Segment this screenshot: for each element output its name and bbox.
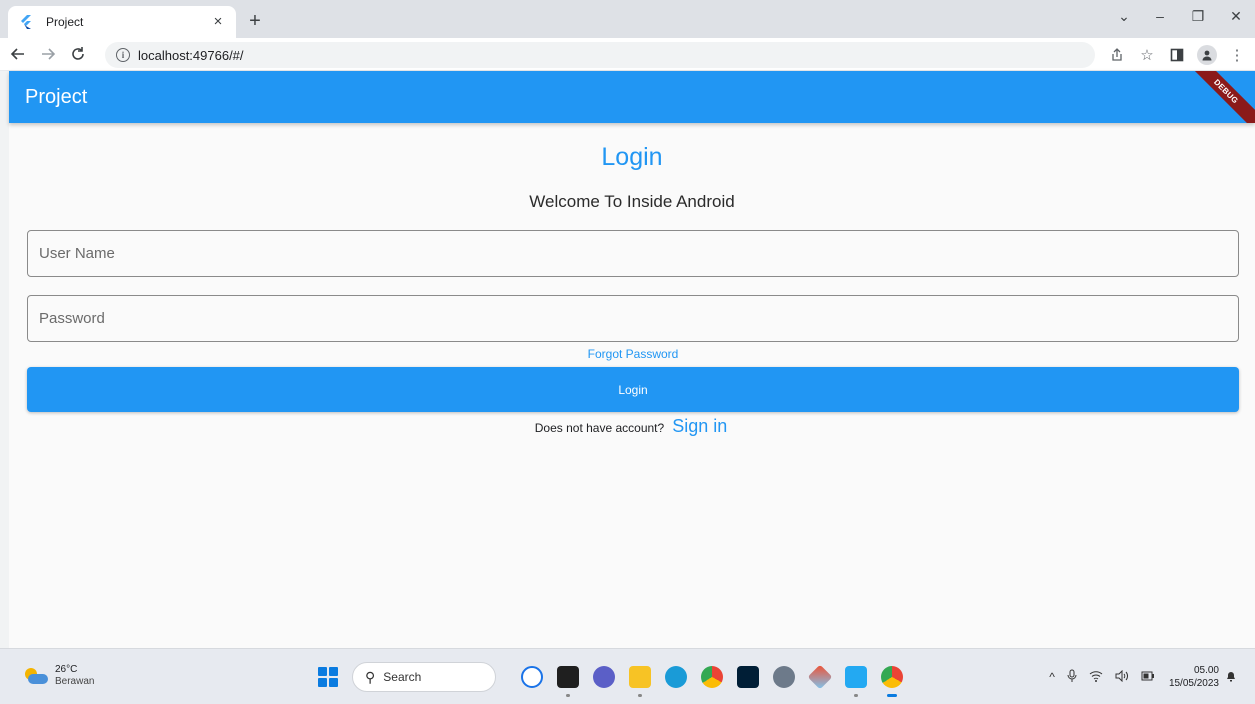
forgot-password-link[interactable]: Forgot Password — [0, 347, 1255, 361]
tab-strip: Project × + ⌄ – ❐ ✕ — [0, 0, 1255, 38]
file-explorer-icon[interactable] — [629, 666, 651, 697]
wifi-icon[interactable] — [1089, 670, 1103, 685]
minimize-icon[interactable]: – — [1141, 0, 1179, 32]
notification-icon[interactable] — [1225, 670, 1237, 685]
browser-toolbar: i localhost:49766/#/ ☆ ⋮ — [0, 38, 1255, 71]
restore-icon[interactable]: ❐ — [1179, 0, 1217, 32]
flutter-icon — [20, 15, 34, 29]
clock-date: 15/05/2023 — [1168, 678, 1219, 689]
app-bar-title: Project — [25, 86, 88, 108]
chat-icon[interactable] — [593, 666, 615, 688]
login-button[interactable]: Login — [27, 367, 1239, 412]
login-heading: Login — [601, 143, 663, 171]
back-icon[interactable] — [6, 42, 30, 66]
url-text: localhost:49766/#/ — [138, 47, 244, 63]
welcome-text: Welcome To Inside Android — [529, 192, 735, 211]
edge-icon[interactable] — [665, 666, 687, 688]
more-menu-icon[interactable]: ⋮ — [1225, 43, 1249, 67]
chrome-active-icon[interactable] — [881, 666, 903, 697]
system-tray: ^ 05.00 15/05/2023 — [1043, 659, 1243, 695]
share-icon[interactable] — [1105, 43, 1129, 67]
settings-icon[interactable] — [773, 666, 795, 688]
partly-cloudy-icon — [23, 666, 49, 686]
taskbar: 26°C Berawan ⚲ Search ^ 05.00 15/05/2023 — [0, 648, 1255, 704]
reload-icon[interactable] — [66, 42, 90, 66]
no-account-text: Does not have account? — [534, 421, 665, 435]
chevron-up-icon[interactable]: ^ — [1049, 670, 1055, 684]
photoshop-icon[interactable] — [737, 666, 759, 688]
side-panel-icon[interactable] — [1165, 43, 1189, 67]
username-field[interactable] — [27, 230, 1239, 277]
password-field[interactable] — [27, 295, 1239, 342]
bing-icon[interactable] — [521, 666, 543, 688]
tab-title: Project — [46, 15, 84, 29]
clock[interactable]: 05.00 15/05/2023 — [1169, 664, 1219, 690]
bookmark-star-icon[interactable]: ☆ — [1135, 43, 1159, 67]
search-label: Search — [383, 670, 422, 684]
clock-time: 05.00 — [1193, 665, 1219, 676]
forward-icon[interactable] — [36, 42, 60, 66]
close-window-icon[interactable]: ✕ — [1217, 0, 1255, 32]
battery-icon[interactable] — [1141, 670, 1155, 684]
tab-search-icon[interactable]: ⌄ — [1107, 0, 1141, 32]
microphone-icon[interactable] — [1067, 669, 1077, 686]
browser-tab[interactable]: Project × — [8, 6, 236, 38]
app-bar: Project DEBUG — [9, 71, 1255, 123]
taskbar-apps: ⚲ Search — [318, 659, 910, 697]
search-icon: ⚲ — [365, 668, 376, 685]
profile-avatar-icon[interactable] — [1195, 43, 1219, 67]
weather-widget[interactable]: 26°C Berawan — [23, 664, 94, 688]
tab-close-icon[interactable]: × — [210, 14, 226, 30]
file-manager-icon[interactable] — [557, 666, 579, 697]
toolbar-right: ☆ ⋮ — [1099, 42, 1249, 68]
chrome-icon[interactable] — [701, 666, 723, 688]
site-info-icon[interactable]: i — [116, 48, 130, 62]
new-tab-button[interactable]: + — [243, 10, 267, 34]
volume-icon[interactable] — [1115, 669, 1129, 685]
weather-description: Berawan — [55, 676, 95, 687]
signup-row: Does not have account? Sign in — [0, 416, 1255, 437]
sign-in-link[interactable]: Sign in — [672, 416, 727, 437]
taskbar-search[interactable]: ⚲ Search — [352, 662, 496, 692]
password-input[interactable] — [39, 310, 1238, 327]
debug-banner: DEBUG — [1181, 71, 1255, 123]
weather-temperature: 26°C — [55, 664, 78, 675]
windows-start-icon[interactable] — [318, 667, 338, 687]
address-bar[interactable]: i localhost:49766/#/ — [105, 42, 1095, 68]
window-controls: ⌄ – ❐ ✕ — [1107, 0, 1255, 32]
git-icon[interactable] — [807, 664, 833, 690]
username-input[interactable] — [39, 245, 1238, 262]
vscode-icon[interactable] — [845, 666, 867, 697]
